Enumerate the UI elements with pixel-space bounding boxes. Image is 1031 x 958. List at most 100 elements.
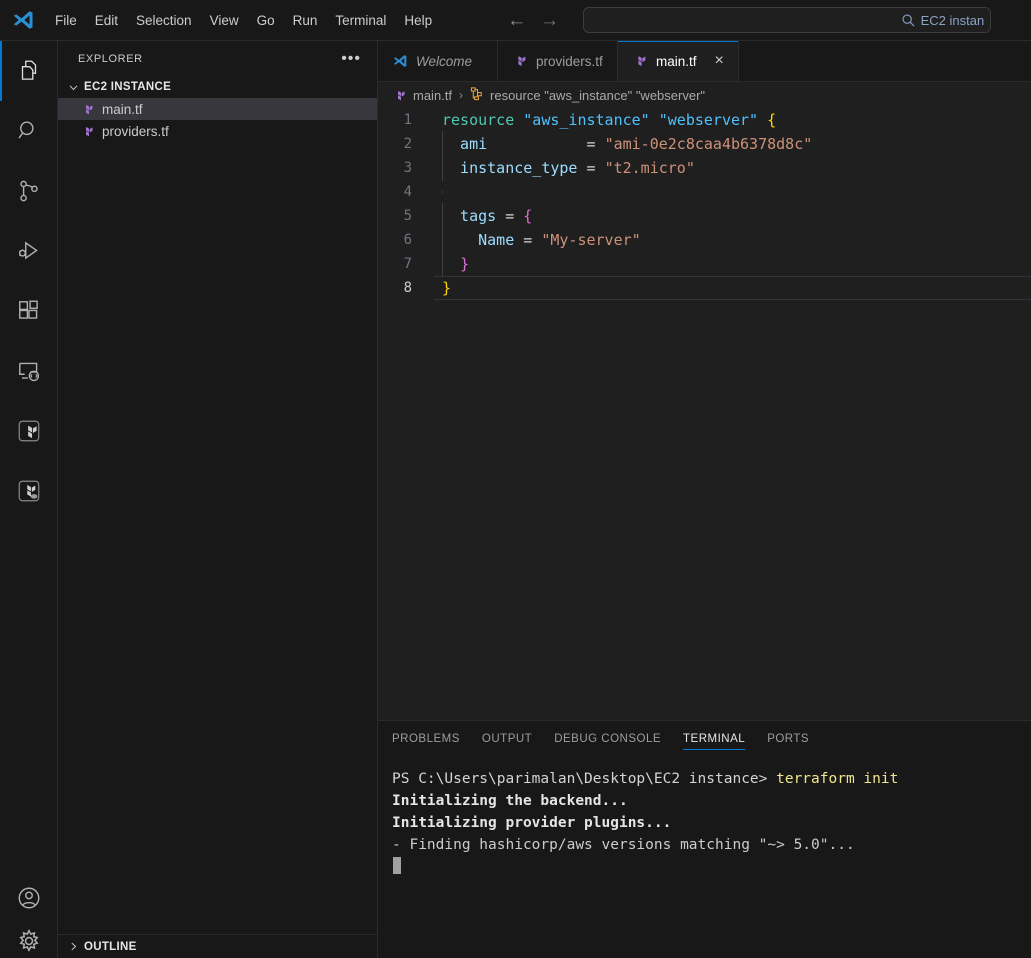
code-token: "My-server"	[541, 231, 641, 249]
activity-terraform[interactable]	[0, 401, 57, 461]
line-number: 1	[403, 112, 412, 128]
activity-terraform-cloud[interactable]	[0, 461, 57, 521]
activity-remote-explorer[interactable]	[0, 341, 57, 401]
folder-ec2-instance[interactable]: EC2 INSTANCE	[58, 76, 377, 98]
bottom-panel: PROBLEMS OUTPUT DEBUG CONSOLE TERMINAL P…	[378, 720, 1031, 958]
code-token: resource	[442, 111, 515, 129]
explorer-title: EXPLORER	[78, 52, 143, 65]
file-item-main-tf[interactable]: main.tf	[58, 98, 377, 120]
explorer-sidebar: EXPLORER ••• EC2 INSTANCE main.tf provid…	[58, 41, 378, 958]
panel-tab-debug-console[interactable]: DEBUG CONSOLE	[554, 721, 661, 756]
terminal-segment: PS C:\Users\parimalan\Desktop\EC2 instan…	[392, 771, 777, 787]
activity-run-debug[interactable]	[0, 221, 57, 281]
title-bar: File Edit Selection View Go Run Terminal…	[0, 0, 1031, 41]
editor-tab-bar: Welcome providers.tf main.tf ×	[378, 41, 1031, 82]
file-label: providers.tf	[102, 123, 169, 139]
explorer-header: EXPLORER •••	[58, 41, 377, 76]
code-token: "webserver"	[658, 111, 759, 129]
explorer-more-actions-icon[interactable]: •••	[333, 50, 369, 66]
menu-selection[interactable]: Selection	[127, 9, 201, 32]
terminal-output[interactable]: PS C:\Users\parimalan\Desktop\EC2 instan…	[378, 756, 1031, 958]
breadcrumb-file-label: main.tf	[413, 87, 453, 103]
terminal-segment: Initializing provider plugins...	[392, 815, 672, 831]
activity-search[interactable]	[0, 101, 57, 161]
tab-main-tf[interactable]: main.tf ×	[618, 41, 739, 81]
chevron-right-icon	[66, 941, 80, 952]
code-token: tags	[442, 207, 506, 225]
activity-source-control[interactable]	[0, 161, 57, 221]
outline-section[interactable]: OUTLINE	[58, 934, 377, 958]
terminal-segment: Initializing the backend...	[392, 793, 628, 809]
menu-edit[interactable]: Edit	[86, 9, 127, 32]
panel-tab-output[interactable]: OUTPUT	[482, 721, 532, 756]
terminal-line: Initializing the backend...	[392, 790, 1031, 812]
code-line: 3 instance_type = "t2.micro"	[378, 155, 1031, 181]
breadcrumb-file[interactable]: main.tf	[392, 87, 452, 103]
code-line: 8}	[378, 276, 1031, 300]
code-text: }	[434, 251, 470, 277]
activity-manage-settings[interactable]	[0, 928, 57, 956]
breadcrumb-separator: ›	[459, 88, 464, 102]
code-token: }	[442, 279, 452, 297]
code-token: }	[460, 255, 470, 273]
code-line: 6 Name = "My-server"	[378, 227, 1031, 253]
code-token: =	[523, 231, 542, 249]
code-line: 1 resource "aws_instance" "webserver" {	[378, 108, 1031, 132]
navigation-arrows: ← →	[507, 11, 559, 30]
command-center-search[interactable]: EC2 instan	[583, 7, 992, 33]
code-line: 7 }	[378, 251, 1031, 277]
activity-explorer[interactable]	[0, 41, 57, 101]
menu-help[interactable]: Help	[395, 9, 441, 32]
activity-bar	[0, 41, 58, 958]
menu-go[interactable]: Go	[248, 9, 284, 32]
arrow-left-icon[interactable]: ←	[507, 11, 526, 30]
code-token: "ami-0e2c8caa4b6378d8c"	[604, 135, 813, 153]
file-item-providers-tf[interactable]: providers.tf	[58, 120, 377, 142]
editor-area: Welcome providers.tf main.tf × main.tf ›…	[378, 41, 1031, 958]
terraform-file-icon	[512, 53, 528, 69]
account-icon	[16, 885, 42, 911]
tab-providers-tf[interactable]: providers.tf	[498, 41, 618, 81]
tab-label: Welcome	[416, 53, 473, 69]
panel-tab-ports[interactable]: PORTS	[767, 721, 809, 756]
tab-label: providers.tf	[536, 53, 603, 69]
terraform-file-icon	[632, 53, 648, 69]
files-icon	[16, 58, 42, 84]
gear-icon	[16, 928, 42, 954]
activity-extensions[interactable]	[0, 281, 57, 341]
run-debug-icon	[16, 238, 42, 264]
arrow-right-icon[interactable]: →	[540, 11, 559, 30]
search-value: EC2 instan	[920, 12, 985, 28]
code-editor[interactable]: 1 resource "aws_instance" "webserver" {2 …	[378, 108, 1031, 720]
close-icon[interactable]: ×	[715, 53, 724, 69]
code-token: {	[523, 207, 533, 225]
menu-view[interactable]: View	[201, 9, 248, 32]
tab-welcome[interactable]: Welcome	[378, 41, 498, 81]
line-number: 5	[403, 208, 412, 224]
code-token: =	[586, 159, 605, 177]
terraform-cloud-icon	[16, 478, 42, 504]
terraform-file-icon	[80, 101, 96, 117]
code-token: "aws_instance"	[523, 111, 650, 129]
panel-tab-problems[interactable]: PROBLEMS	[392, 721, 460, 756]
search-icon	[901, 13, 916, 28]
line-number: 4	[403, 184, 412, 200]
chevron-down-icon	[66, 82, 80, 93]
menu-run[interactable]: Run	[284, 9, 327, 32]
vscode-logo-icon	[392, 53, 408, 69]
menu-terminal[interactable]: Terminal	[326, 9, 395, 32]
terminal-line: PS C:\Users\parimalan\Desktop\EC2 instan…	[392, 768, 1031, 790]
code-token: ami	[442, 135, 587, 153]
code-token: Name	[442, 231, 524, 249]
breadcrumb-symbol[interactable]: resource "aws_instance" "webserver"	[470, 86, 705, 104]
panel-tab-terminal[interactable]: TERMINAL	[683, 721, 746, 756]
code-line: 4	[378, 180, 1031, 204]
code-line: 2 ami = "ami-0e2c8caa4b6378d8c"	[378, 131, 1031, 157]
line-number: 8	[403, 280, 412, 296]
activity-accounts[interactable]	[0, 868, 57, 928]
menu-file[interactable]: File	[46, 9, 86, 32]
breadcrumb-symbol-label: resource "aws_instance" "webserver"	[490, 87, 706, 103]
line-number: 7	[403, 256, 412, 272]
